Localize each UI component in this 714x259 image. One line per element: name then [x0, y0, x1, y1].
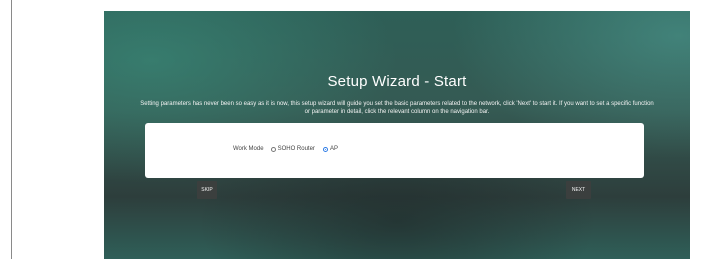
wizard-background: Setup Wizard - Start Setting parameters …: [104, 11, 690, 259]
work-mode-label: Work Mode: [233, 146, 264, 152]
ap-radio[interactable]: [322, 146, 328, 152]
work-mode-row: Work Mode SOHO Router AP: [233, 146, 343, 152]
wizard-intro-text: Setting parameters has never been so eas…: [140, 101, 654, 115]
work-mode-panel: Work Mode SOHO Router AP: [145, 123, 644, 178]
next-button[interactable]: NEXT: [566, 181, 591, 199]
ap-label[interactable]: AP: [330, 146, 338, 152]
option-soho-router[interactable]: SOHO Router: [270, 146, 315, 152]
skip-button[interactable]: SKIP: [197, 181, 217, 199]
option-ap[interactable]: AP: [322, 146, 338, 152]
page-title: Setup Wizard - Start: [327, 73, 467, 90]
soho-router-radio[interactable]: [270, 146, 276, 152]
soho-router-label[interactable]: SOHO Router: [278, 146, 315, 152]
left-divider: [11, 0, 12, 259]
